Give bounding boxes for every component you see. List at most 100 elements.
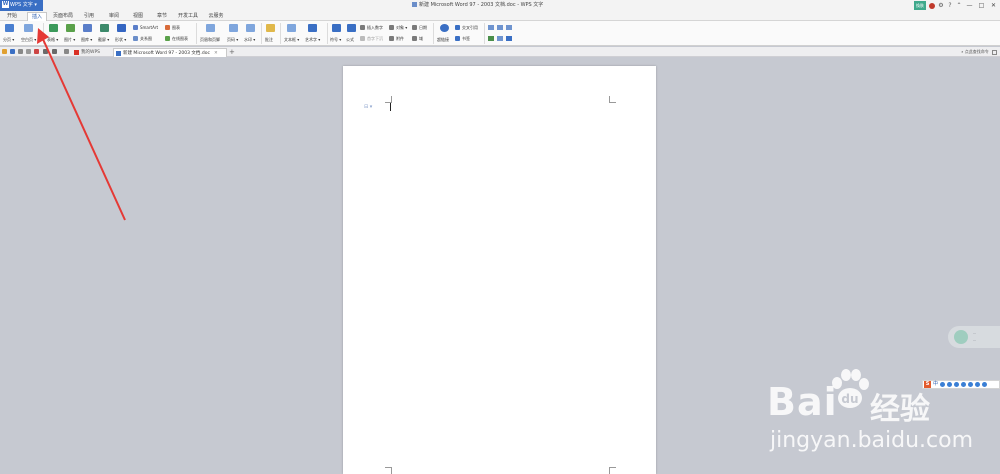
- margin-marker-top-left: [385, 96, 392, 103]
- tab-section[interactable]: 章节: [153, 12, 171, 21]
- ribbon-separator: [43, 23, 44, 44]
- customize-toolbar-icon[interactable]: [64, 49, 69, 54]
- symbol-icon: [332, 24, 341, 32]
- ribbon-misc-icon[interactable]: [488, 36, 494, 41]
- page-break-icon: [5, 24, 14, 32]
- document-icon: [412, 2, 417, 7]
- svg-text:du: du: [841, 392, 858, 406]
- ribbon-misc-icon[interactable]: [497, 36, 503, 41]
- shape-icon: [117, 24, 126, 32]
- tab-home[interactable]: 开始: [3, 12, 21, 21]
- help-icon[interactable]: ?: [947, 2, 953, 9]
- tab-view[interactable]: 视图: [129, 12, 147, 21]
- drop-cap-icon: [360, 36, 365, 41]
- ribbon-misc-icon[interactable]: [488, 25, 494, 30]
- emoji-icon[interactable]: [947, 382, 953, 387]
- microphone-icon[interactable]: [954, 382, 960, 387]
- ribbon-misc-icon[interactable]: [506, 25, 512, 30]
- tab-current-document[interactable]: 新建 Microsoft Word 97 - 2003 文档.doc ✕: [113, 48, 227, 57]
- close-button[interactable]: ✕: [989, 2, 998, 10]
- command-search[interactable]: ⌕ 点此查找命令: [961, 48, 997, 56]
- save-icon[interactable]: [10, 49, 15, 54]
- attachment-icon: [389, 36, 394, 41]
- search-icon: ⌕: [961, 49, 964, 54]
- ribbon-misc-icon[interactable]: [497, 25, 503, 30]
- maximize-button[interactable]: □: [977, 2, 986, 10]
- user-avatar[interactable]: [929, 2, 935, 9]
- header-footer-icon: [206, 24, 215, 32]
- margin-marker-bottom-right: [609, 467, 616, 474]
- wordart-icon: [308, 24, 317, 32]
- ime-mode-label[interactable]: 中: [933, 381, 938, 388]
- punctuation-icon[interactable]: [940, 382, 946, 387]
- window-title: 新建 Microsoft Word 97 - 2003 文档.doc - WPS…: [412, 0, 543, 11]
- tab-my-wps[interactable]: 我的WPS: [72, 48, 112, 57]
- tab-page-layout[interactable]: 页面布局: [50, 12, 76, 21]
- open-folder-icon[interactable]: [2, 49, 7, 54]
- bookmark-icon: [455, 36, 460, 41]
- tab-review[interactable]: 审阅: [105, 12, 123, 21]
- tab-references[interactable]: 引用: [80, 12, 98, 21]
- document-icon: [116, 51, 121, 56]
- text-cursor: [390, 103, 391, 111]
- ribbon-tabs: 开始 插入 页面布局 引用 审阅 视图 章节 开发工具 云服务: [0, 11, 1000, 21]
- floating-assistant[interactable]: ... ...: [948, 326, 1000, 348]
- tab-developer[interactable]: 开发工具: [175, 12, 201, 21]
- watermark-brand-cn: 经验: [870, 392, 930, 427]
- relation-icon: [133, 36, 138, 41]
- document-tab-bar: 我的WPS 新建 Microsoft Word 97 - 2003 文档.doc…: [0, 47, 1000, 57]
- undo-icon[interactable]: [43, 49, 48, 54]
- window-title-text: 新建 Microsoft Word 97 - 2003 文档.doc - WPS…: [419, 2, 544, 8]
- print-icon[interactable]: [18, 49, 23, 54]
- keyboard-icon[interactable]: [961, 382, 967, 387]
- redo-icon[interactable]: [52, 49, 57, 54]
- online-chart-icon: [165, 36, 170, 41]
- settings-icon[interactable]: [992, 49, 997, 55]
- table-icon: [49, 24, 58, 32]
- ribbon-separator: [280, 23, 281, 44]
- cross-ref-icon: [455, 25, 460, 30]
- lock-icon[interactable]: [506, 36, 512, 41]
- ribbon-separator: [327, 23, 328, 44]
- comment-icon: [266, 24, 275, 32]
- blank-page-icon: [24, 24, 33, 32]
- title-bar-controls: 換肤 ⚙ ? ⌃ — □ ✕: [914, 1, 998, 10]
- export-pdf-icon[interactable]: [34, 49, 39, 54]
- page-number-icon: [229, 24, 238, 32]
- chart-icon: [165, 25, 170, 30]
- title-bar: W WPS 文字 ▾ 新建 Microsoft Word 97 - 2003 文档…: [0, 0, 1000, 11]
- textbox-icon: [287, 24, 296, 32]
- grid-icon[interactable]: [982, 382, 988, 387]
- minimize-ribbon-icon[interactable]: ⌃: [956, 2, 962, 9]
- baidu-paw-icon: du: [832, 369, 869, 408]
- ribbon-separator: [484, 23, 485, 44]
- field-icon: [412, 36, 417, 41]
- wps-home-icon: [74, 50, 79, 55]
- watermark-icon: [246, 24, 255, 32]
- ribbon-separator: [196, 23, 197, 44]
- print-preview-icon[interactable]: [26, 49, 31, 54]
- paragraph-layout-icon[interactable]: ⊟ ▾: [364, 104, 372, 110]
- minimize-button[interactable]: —: [965, 2, 974, 10]
- skin-button[interactable]: 換肤: [914, 1, 926, 10]
- tab-insert[interactable]: 插入: [27, 12, 47, 21]
- user-icon[interactable]: [968, 382, 974, 387]
- app-menu-button[interactable]: W WPS 文字 ▾: [0, 0, 43, 11]
- ribbon-insert: 分页 ▾ 空白页 ▾ 表格 ▾ 图片 ▾ 图库 ▾ 截屏 ▾ 形状 ▾ Smar…: [0, 21, 1000, 46]
- gear-icon[interactable]: ⚙: [938, 2, 944, 9]
- tab-cloud[interactable]: 云服务: [205, 12, 227, 21]
- picture-icon: [66, 24, 75, 32]
- object-icon: [389, 25, 394, 30]
- margin-marker-bottom-left: [385, 467, 392, 474]
- margin-marker-top-right: [609, 96, 616, 103]
- close-tab-icon[interactable]: ✕: [214, 51, 218, 56]
- shirt-icon[interactable]: [975, 382, 981, 387]
- ime-toolbar[interactable]: S 中: [922, 380, 1000, 389]
- wps-logo-icon: W: [2, 1, 9, 8]
- screenshot-icon: [100, 24, 109, 32]
- assistant-icon: [954, 330, 968, 344]
- app-menu-label: WPS 文字: [10, 2, 33, 8]
- new-tab-button[interactable]: +: [229, 48, 235, 57]
- document-page[interactable]: ⊟ ▾: [343, 66, 656, 474]
- formula-icon: [347, 24, 356, 32]
